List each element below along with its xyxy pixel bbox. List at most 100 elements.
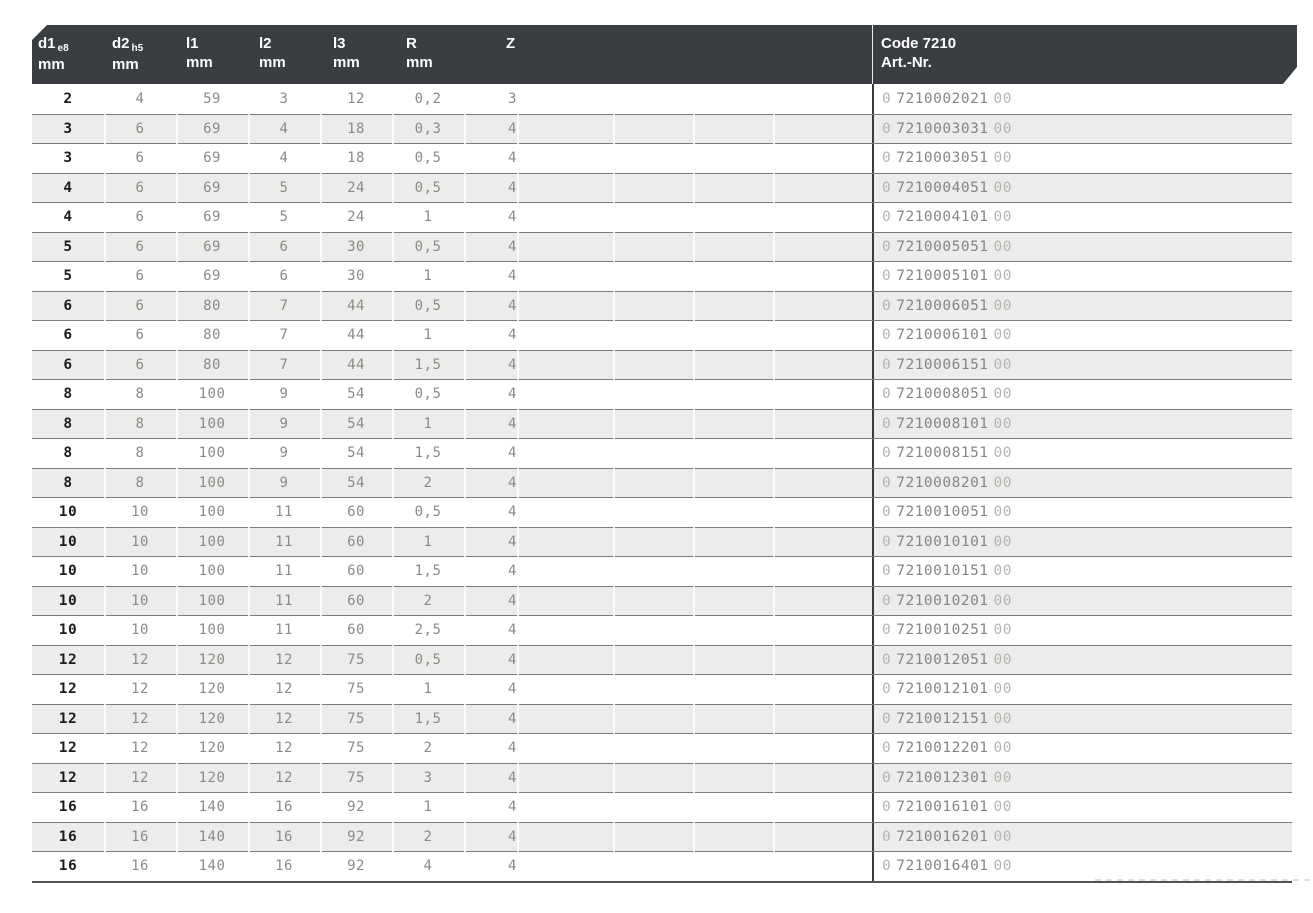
cell-l3: 30	[320, 268, 392, 284]
cell-code: 0 7210010251 00	[872, 616, 1292, 645]
cell-r: 1	[392, 416, 464, 432]
cell-r: 0,2	[392, 91, 464, 107]
cell-r: 1	[392, 268, 464, 284]
code-prefix: 0	[882, 209, 891, 225]
cell-code: 0 7210016101 00	[872, 793, 1292, 822]
cell-r: 2	[392, 475, 464, 491]
col-unit: mm	[112, 55, 176, 74]
cell-l2: 6	[248, 239, 320, 255]
code-suffix: 00	[994, 357, 1012, 373]
code-number: 7210010101	[896, 534, 988, 550]
table-row: 12 12 120 12 75 1 4 0 7210012101 00	[32, 674, 1292, 704]
cell-r: 1	[392, 681, 464, 697]
cell-z: 4	[464, 858, 872, 874]
code-suffix: 00	[994, 858, 1012, 874]
table-row: 12 12 120 12 75 3 4 0 7210012301 00	[32, 763, 1292, 793]
cell-d2: 16	[104, 829, 176, 845]
code-suffix: 00	[994, 298, 1012, 314]
col-unit: Art.-Nr.	[881, 53, 1297, 72]
cell-l1: 100	[176, 475, 248, 491]
cell-r: 1,5	[392, 711, 464, 727]
code-prefix: 0	[882, 416, 891, 432]
col-label: R	[406, 34, 464, 53]
table-row: 6 6 80 7 44 1 4 0 7210006101 00	[32, 320, 1292, 350]
cell-r: 0,5	[392, 180, 464, 196]
cell-code: 0 7210012051 00	[872, 646, 1292, 675]
col-header-l1: l1 mm	[176, 25, 248, 84]
cell-l2: 11	[248, 622, 320, 638]
cell-l2: 11	[248, 593, 320, 609]
cell-l2: 5	[248, 209, 320, 225]
cell-l1: 80	[176, 327, 248, 343]
cell-l3: 75	[320, 770, 392, 786]
cell-d2: 6	[104, 357, 176, 373]
cell-code: 0 7210016201 00	[872, 823, 1292, 852]
cell-d2: 10	[104, 563, 176, 579]
cell-z: 4	[464, 563, 872, 579]
cell-d1: 5	[32, 268, 104, 284]
table-row: 4 6 69 5 24 0,5 4 0 7210004051 00	[32, 173, 1292, 203]
cell-d1: 12	[32, 652, 104, 668]
cell-d1: 10	[32, 622, 104, 638]
code-number: 7210004101	[896, 209, 988, 225]
cell-d1: 12	[32, 770, 104, 786]
cell-code: 0 7210005051 00	[872, 233, 1292, 262]
cell-r: 3	[392, 770, 464, 786]
code-suffix: 00	[994, 416, 1012, 432]
cell-l3: 12	[320, 91, 392, 107]
table-body: 2 4 59 3 12 0,2 3 0 7210002021 00 3 6 69…	[32, 84, 1292, 883]
cell-z: 4	[464, 829, 872, 845]
code-prefix: 0	[882, 740, 891, 756]
cell-d1: 16	[32, 858, 104, 874]
code-number: 7210010201	[896, 593, 988, 609]
cell-l1: 100	[176, 386, 248, 402]
cell-l2: 16	[248, 829, 320, 845]
col-unit: mm	[259, 53, 320, 72]
code-prefix: 0	[882, 563, 891, 579]
code-prefix: 0	[882, 711, 891, 727]
code-number: 7210012151	[896, 711, 988, 727]
cell-code: 0 7210012101 00	[872, 675, 1292, 704]
cell-d1: 12	[32, 740, 104, 756]
cell-l1: 120	[176, 740, 248, 756]
col-tolerance: e8	[58, 43, 69, 54]
cell-l3: 30	[320, 239, 392, 255]
code-prefix: 0	[882, 652, 891, 668]
cell-d1: 16	[32, 799, 104, 815]
cell-l1: 100	[176, 593, 248, 609]
watermark-artifact	[1095, 879, 1313, 881]
cell-code: 0 7210006101 00	[872, 321, 1292, 350]
cell-r: 0,5	[392, 298, 464, 314]
code-suffix: 00	[994, 740, 1012, 756]
cell-l1: 120	[176, 770, 248, 786]
table-row: 16 16 140 16 92 4 4 0 7210016401 00	[32, 851, 1292, 881]
cell-l2: 7	[248, 298, 320, 314]
table-row: 3 6 69 4 18 0,3 4 0 7210003031 00	[32, 114, 1292, 144]
code-number: 7210010151	[896, 563, 988, 579]
cell-code: 0 7210008151 00	[872, 439, 1292, 468]
code-suffix: 00	[994, 268, 1012, 284]
cell-d2: 6	[104, 209, 176, 225]
table-row: 8 8 100 9 54 0,5 4 0 7210008051 00	[32, 379, 1292, 409]
cell-l3: 60	[320, 534, 392, 550]
cell-l1: 100	[176, 445, 248, 461]
cell-l2: 11	[248, 563, 320, 579]
code-number: 7210008151	[896, 445, 988, 461]
cell-z: 4	[464, 327, 872, 343]
cell-code: 0 7210010201 00	[872, 587, 1292, 616]
cell-r: 1	[392, 327, 464, 343]
cell-l1: 69	[176, 180, 248, 196]
table-row: 10 10 100 11 60 0,5 4 0 7210010051 00	[32, 497, 1292, 527]
code-suffix: 00	[994, 475, 1012, 491]
table-row: 8 8 100 9 54 1 4 0 7210008101 00	[32, 409, 1292, 439]
cell-code: 0 7210004051 00	[872, 174, 1292, 203]
table-row: 6 6 80 7 44 0,5 4 0 7210006051 00	[32, 291, 1292, 321]
cell-l3: 92	[320, 858, 392, 874]
cell-d1: 4	[32, 209, 104, 225]
cell-l3: 75	[320, 711, 392, 727]
cell-d1: 4	[32, 180, 104, 196]
code-suffix: 00	[994, 209, 1012, 225]
cell-l3: 75	[320, 652, 392, 668]
cell-d2: 6	[104, 150, 176, 166]
cell-d2: 12	[104, 681, 176, 697]
